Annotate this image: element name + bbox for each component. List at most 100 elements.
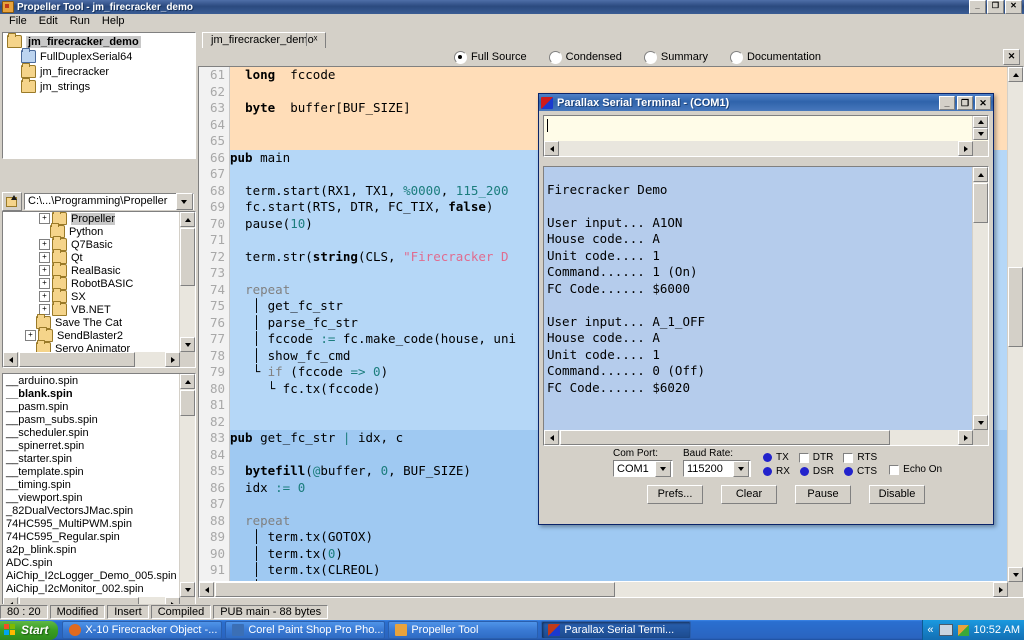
radio-summary[interactable]: Summary	[643, 50, 708, 64]
directory-tree-item[interactable]: Python	[3, 223, 180, 238]
directory-tree-item[interactable]: + VB.NET	[3, 301, 180, 316]
radio-full-source[interactable]: Full Source	[454, 50, 527, 64]
file-list-item[interactable]: _82DualVectorsJMac.spin	[4, 505, 180, 518]
file-list-item[interactable]: AiChip_I2cMonitor_002.spin	[4, 583, 180, 596]
code-line[interactable]: │ term.tx(CLREOL)	[230, 562, 1007, 579]
directory-tree-item[interactable]: + RealBasic	[3, 262, 180, 277]
tree-item-jm-firecracker[interactable]: jm_firecracker	[3, 63, 195, 78]
propeller-tray-icon[interactable]	[957, 624, 969, 636]
prefs-button[interactable]: Prefs...	[647, 485, 703, 504]
file-list-vscrollbar[interactable]	[179, 374, 195, 597]
scroll-left-button[interactable]	[544, 430, 559, 445]
minimize-button[interactable]: _	[939, 95, 955, 110]
radio-condensed[interactable]: Condensed	[548, 50, 622, 64]
expand-icon[interactable]: +	[39, 239, 50, 250]
code-hscrollbar[interactable]	[199, 582, 1008, 597]
directory-tree-list[interactable]: + Propeller Python + Q7Basic + Qt + RealBasic + Ro…	[2, 211, 196, 368]
directory-list-hscrollbar[interactable]	[3, 352, 180, 367]
file-list-item[interactable]: ADC.spin	[4, 557, 180, 570]
directory-tree-item[interactable]: Servo Animator	[3, 340, 180, 352]
echo-on-field[interactable]: Echo On	[889, 464, 942, 475]
file-list-item[interactable]: __scheduler.spin	[4, 427, 180, 440]
scroll-down-button[interactable]	[973, 128, 988, 140]
expand-icon[interactable]: +	[25, 330, 36, 341]
scroll-down-button[interactable]	[1008, 567, 1023, 582]
scroll-thumb[interactable]	[215, 582, 615, 597]
directory-list-vscrollbar[interactable]	[179, 212, 195, 352]
receive-vscrollbar[interactable]	[972, 167, 988, 430]
scroll-up-button[interactable]	[973, 116, 988, 128]
receive-hscrollbar[interactable]	[544, 430, 973, 445]
menu-run[interactable]: Run	[64, 14, 96, 28]
minimize-button[interactable]: _	[969, 0, 986, 14]
scroll-thumb[interactable]	[1008, 267, 1023, 347]
up-directory-button[interactable]	[2, 191, 22, 211]
chevron-down-icon[interactable]	[176, 192, 193, 210]
chevron-down-icon[interactable]	[733, 460, 749, 477]
file-list-item[interactable]: __viewport.spin	[4, 492, 180, 505]
dtr-checkbox[interactable]	[798, 452, 809, 463]
directory-tree-item[interactable]: + Qt	[3, 249, 180, 264]
scroll-down-button[interactable]	[180, 582, 195, 597]
expand-icon[interactable]: +	[39, 213, 50, 224]
close-button[interactable]: ✕	[1005, 0, 1022, 14]
scroll-thumb[interactable]	[560, 430, 890, 445]
tree-root-item[interactable]: jm_firecracker_demo	[3, 33, 195, 48]
start-button[interactable]: Start	[0, 620, 59, 640]
serial-terminal-window[interactable]: Parallax Serial Terminal - (COM1) _ ❐ ✕	[538, 93, 994, 525]
scroll-down-button[interactable]	[973, 415, 988, 430]
scroll-up-button[interactable]	[973, 167, 988, 182]
directory-tree-item[interactable]: + Q7Basic	[3, 236, 180, 251]
file-list-item[interactable]: __pasm.spin	[4, 401, 180, 414]
com-port-combo[interactable]: COM1	[613, 460, 673, 477]
file-list-item[interactable]: 74HC595_Regular.spin	[4, 531, 180, 544]
scroll-right-button[interactable]	[993, 582, 1008, 597]
transmit-vscrollbar[interactable]	[972, 116, 988, 140]
scroll-right-button[interactable]	[958, 141, 973, 156]
clock[interactable]: 10:52 AM	[974, 624, 1020, 636]
chevron-down-icon[interactable]	[655, 460, 671, 477]
file-list[interactable]: __arduino.spin __blank.spin __pasm.spin __p…	[2, 373, 196, 613]
scroll-thumb[interactable]	[180, 228, 195, 286]
scroll-thumb[interactable]	[180, 390, 195, 416]
menu-edit[interactable]: Edit	[33, 14, 64, 28]
code-line[interactable]: │ term.str(@buffer)	[230, 579, 1007, 582]
menu-help[interactable]: Help	[96, 14, 131, 28]
restore-button[interactable]: ❐	[987, 0, 1004, 14]
tray-chevron-icon[interactable]: «	[927, 624, 933, 636]
code-line[interactable]: long fccode	[230, 67, 1007, 84]
expand-icon[interactable]: +	[39, 252, 50, 263]
object-tree[interactable]: jm_firecracker_demo FullDuplexSerial64 j…	[2, 32, 196, 159]
directory-tree-item[interactable]: + SendBlaster2	[3, 327, 180, 342]
tree-item-jm-strings[interactable]: jm_strings	[3, 78, 195, 93]
directory-tree-item[interactable]: + RobotBASIC	[3, 275, 180, 290]
code-line[interactable]: │ term.tx(0)	[230, 546, 1007, 563]
code-vscrollbar[interactable]	[1007, 67, 1023, 582]
scroll-right-button[interactable]	[958, 430, 973, 445]
scroll-right-button[interactable]	[165, 352, 180, 367]
file-list-item[interactable]: __pasm_subs.spin	[4, 414, 180, 427]
transmit-input[interactable]	[543, 115, 989, 157]
file-list-item[interactable]: AiChip_I2cLogger_Demo_005.spin	[4, 570, 180, 583]
directory-path-combo[interactable]: C:\...\Programming\Propeller	[24, 192, 194, 210]
scroll-up-button[interactable]	[1008, 67, 1023, 82]
taskbar-item-corel-paint-shop[interactable]: Corel Paint Shop Pro Pho...	[225, 621, 386, 639]
pause-button[interactable]: Pause	[795, 485, 851, 504]
directory-tree-item[interactable]: + Propeller	[3, 212, 180, 225]
file-list-item[interactable]: __arduino.spin	[4, 375, 180, 388]
scroll-thumb[interactable]	[19, 352, 135, 367]
scroll-up-button[interactable]	[180, 212, 195, 227]
scroll-left-button[interactable]	[3, 352, 18, 367]
expand-icon[interactable]: +	[39, 291, 50, 302]
baud-rate-combo[interactable]: 115200	[683, 460, 751, 477]
close-tab-button[interactable]: ✕	[1003, 49, 1020, 65]
directory-tree-item[interactable]: + SX	[3, 288, 180, 303]
expand-icon[interactable]: +	[39, 265, 50, 276]
receive-output[interactable]: Firecracker Demo User input... A1ON Hous…	[543, 166, 989, 446]
scroll-left-button[interactable]	[199, 582, 214, 597]
maximize-button[interactable]: ❐	[957, 95, 973, 110]
taskbar-item-propeller-tool[interactable]: Propeller Tool	[388, 621, 539, 639]
file-list-item[interactable]: 74HC595_MultiPWM.spin	[4, 518, 180, 531]
directory-tree-item[interactable]: Save The Cat	[3, 314, 180, 329]
transmit-hscrollbar[interactable]	[544, 141, 973, 156]
